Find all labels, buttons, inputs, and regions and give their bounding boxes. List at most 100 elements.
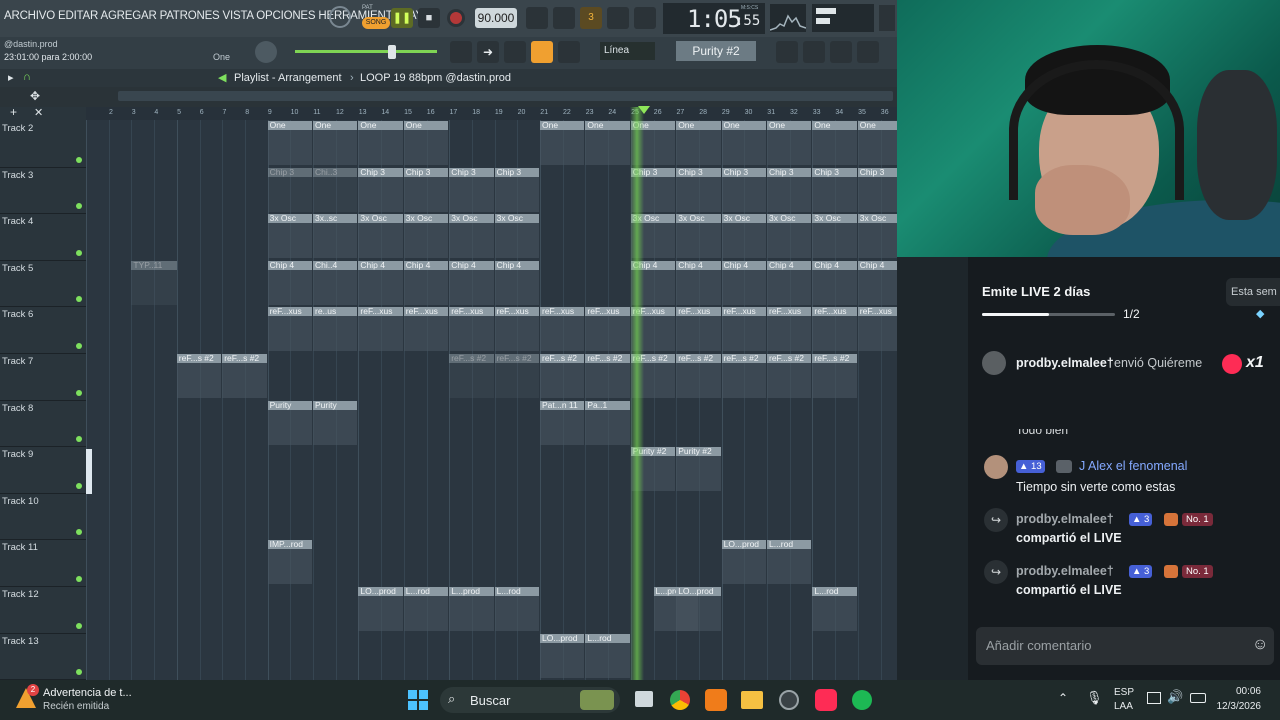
playlist-clip[interactable]: Chi..3 bbox=[313, 167, 358, 212]
playlist-clip[interactable]: One bbox=[358, 120, 403, 165]
task-view-icon[interactable] bbox=[635, 691, 653, 707]
track-mute-led[interactable] bbox=[76, 436, 82, 443]
magnet-icon[interactable]: ∩ bbox=[23, 71, 31, 83]
playlist-clip[interactable]: One bbox=[812, 120, 857, 165]
playlist-grid[interactable]: OneOneOneOneOneOneOneOneOneOneOneOneOneC… bbox=[86, 120, 897, 680]
track-mute-led[interactable] bbox=[76, 296, 82, 303]
comment-avatar[interactable] bbox=[984, 455, 1008, 479]
playlist-clip[interactable]: re..us bbox=[313, 306, 358, 352]
window-buttons[interactable] bbox=[879, 5, 895, 31]
playlist-clip[interactable]: reF...xus bbox=[494, 306, 539, 352]
gift-avatar[interactable] bbox=[982, 351, 1006, 375]
fl-studio-icon[interactable] bbox=[705, 689, 727, 711]
playlist-clip[interactable]: reF...xus bbox=[721, 306, 766, 352]
playlist-clip[interactable]: reF...xus bbox=[857, 306, 897, 352]
clock-time[interactable]: 00:06 bbox=[1213, 686, 1261, 697]
track-mute-led[interactable] bbox=[76, 389, 82, 396]
playlist-clip[interactable]: 3x Osc bbox=[358, 213, 403, 259]
network-icon[interactable] bbox=[1147, 692, 1161, 704]
playlist-clip[interactable]: Chip 3 bbox=[812, 167, 857, 212]
playlist-clip[interactable]: reF...xus bbox=[267, 306, 312, 352]
track-header[interactable]: Track 2 bbox=[0, 120, 86, 168]
stop-button[interactable]: ■ bbox=[418, 8, 440, 28]
playlist-clip[interactable]: One bbox=[721, 120, 766, 165]
playlist-clip[interactable]: Pa..1 bbox=[585, 400, 630, 445]
playlist-clip[interactable]: One bbox=[585, 120, 630, 165]
playlist-clip[interactable]: Chip 3 bbox=[676, 167, 721, 212]
track-header[interactable]: Track 9 bbox=[0, 446, 86, 494]
playlist-clip[interactable]: One bbox=[403, 120, 449, 165]
emoji-icon[interactable]: ☺ bbox=[1252, 636, 1268, 654]
playlist-clip[interactable]: LO...prod bbox=[358, 586, 403, 631]
playlist-clip[interactable]: Chip 4 bbox=[494, 260, 539, 305]
link-icon[interactable] bbox=[531, 41, 553, 63]
track-mute-led[interactable] bbox=[76, 622, 82, 629]
chrome-icon[interactable] bbox=[670, 690, 690, 710]
playlist-clip[interactable]: Chip 3 bbox=[403, 167, 449, 212]
mixer-icon[interactable] bbox=[857, 41, 879, 63]
piano-roll-icon[interactable] bbox=[803, 41, 825, 63]
playlist-clip[interactable]: Chip 3 bbox=[267, 167, 312, 212]
playlist-clip[interactable]: reF...s #2 bbox=[494, 353, 539, 398]
playlist-clip[interactable]: Pat...n 11 bbox=[540, 400, 585, 445]
loop-record-icon[interactable] bbox=[634, 7, 656, 29]
playlist-clip[interactable]: L...prod bbox=[449, 586, 494, 631]
playlist-clip[interactable]: reF...s #2 bbox=[721, 353, 766, 398]
playlist-clip[interactable]: reF...s #2 bbox=[176, 353, 222, 398]
track-header[interactable]: Track 8 bbox=[0, 400, 86, 448]
playlist-clip[interactable]: Purity bbox=[313, 400, 358, 445]
playlist-clip[interactable]: reF...s #2 bbox=[676, 353, 721, 398]
playlist-clip[interactable]: 3x Osc bbox=[721, 213, 766, 259]
snap-selector[interactable]: Línea bbox=[600, 42, 655, 60]
comment-input[interactable]: Añadir comentario ☺ bbox=[976, 627, 1274, 665]
close-icon[interactable]: ✕ bbox=[34, 106, 43, 119]
playlist-clip[interactable]: Chip 4 bbox=[403, 260, 449, 305]
pattern-selector[interactable]: Purity #2 bbox=[676, 41, 756, 61]
track-mute-led[interactable] bbox=[76, 249, 82, 256]
track-mute-led[interactable] bbox=[76, 529, 82, 536]
track-header[interactable]: Track 12 bbox=[0, 586, 86, 634]
playlist-clip[interactable]: Purity bbox=[267, 400, 312, 445]
comment-user[interactable]: J Alex el fenomenal bbox=[1079, 459, 1187, 473]
playlist-clip[interactable]: Chip 4 bbox=[812, 260, 857, 305]
track-header[interactable]: Track 4 bbox=[0, 213, 86, 261]
playlist-clip[interactable]: Chip 3 bbox=[721, 167, 766, 212]
playlist-clip[interactable]: Chip 4 bbox=[857, 260, 897, 305]
playhead[interactable] bbox=[630, 107, 644, 680]
playlist-clip[interactable]: L...rod bbox=[494, 586, 539, 631]
playlist-clip[interactable]: reF...s #2 bbox=[449, 353, 494, 398]
playlist-clip[interactable]: Chi..4 bbox=[313, 260, 358, 305]
notif-title[interactable]: Advertencia de t... bbox=[43, 687, 132, 699]
playlist-clip[interactable]: Purity #2 bbox=[676, 446, 721, 492]
weekly-tab[interactable]: Esta sem bbox=[1226, 278, 1280, 306]
playlist-clip[interactable]: 3x Osc bbox=[676, 213, 721, 259]
track-mute-led[interactable] bbox=[76, 203, 82, 210]
playlist-clip[interactable]: reF...s #2 bbox=[812, 353, 857, 398]
play-button[interactable]: ❚❚ bbox=[391, 8, 413, 28]
clock-date[interactable]: 12/3/2026 bbox=[1205, 701, 1262, 712]
playlist-clip[interactable]: 3x Osc bbox=[403, 213, 449, 259]
track-header[interactable]: Track 13 bbox=[0, 633, 86, 681]
wait-icon[interactable] bbox=[553, 7, 575, 29]
playlist-clip[interactable]: One bbox=[540, 120, 585, 165]
playlist-clip[interactable]: Chip 4 bbox=[267, 260, 312, 305]
lang-2[interactable]: LAA bbox=[1114, 701, 1133, 712]
playlist-clip[interactable]: 3x Osc bbox=[857, 213, 897, 259]
playlist-clip[interactable]: L...rod bbox=[812, 586, 857, 631]
playlist-clip[interactable]: reF...s #2 bbox=[540, 353, 585, 398]
song-toggle[interactable]: SONG bbox=[362, 17, 390, 29]
playlist-clip[interactable]: Chip 3 bbox=[358, 167, 403, 212]
spotify-icon[interactable] bbox=[852, 690, 872, 710]
microphone-icon[interactable]: 🎙 bbox=[1086, 690, 1103, 706]
pat-song-knob[interactable] bbox=[329, 6, 351, 28]
track-mute-led[interactable] bbox=[76, 669, 82, 676]
playlist-clip[interactable]: reF...s #2 bbox=[585, 353, 630, 398]
playlist-clip[interactable]: One bbox=[857, 120, 897, 165]
playlist-clip[interactable]: L...rod bbox=[767, 539, 812, 585]
playlist-clip[interactable]: reF...xus bbox=[767, 306, 812, 352]
tempo-display[interactable]: 90.000 bbox=[475, 8, 517, 28]
playlist-clip[interactable]: reF...xus bbox=[449, 306, 494, 352]
playlist-clip[interactable]: 3x..sc bbox=[313, 213, 358, 259]
playlist-clip[interactable]: IMP...rod bbox=[267, 539, 312, 585]
search-box[interactable]: ⌕ Buscar bbox=[440, 687, 620, 713]
